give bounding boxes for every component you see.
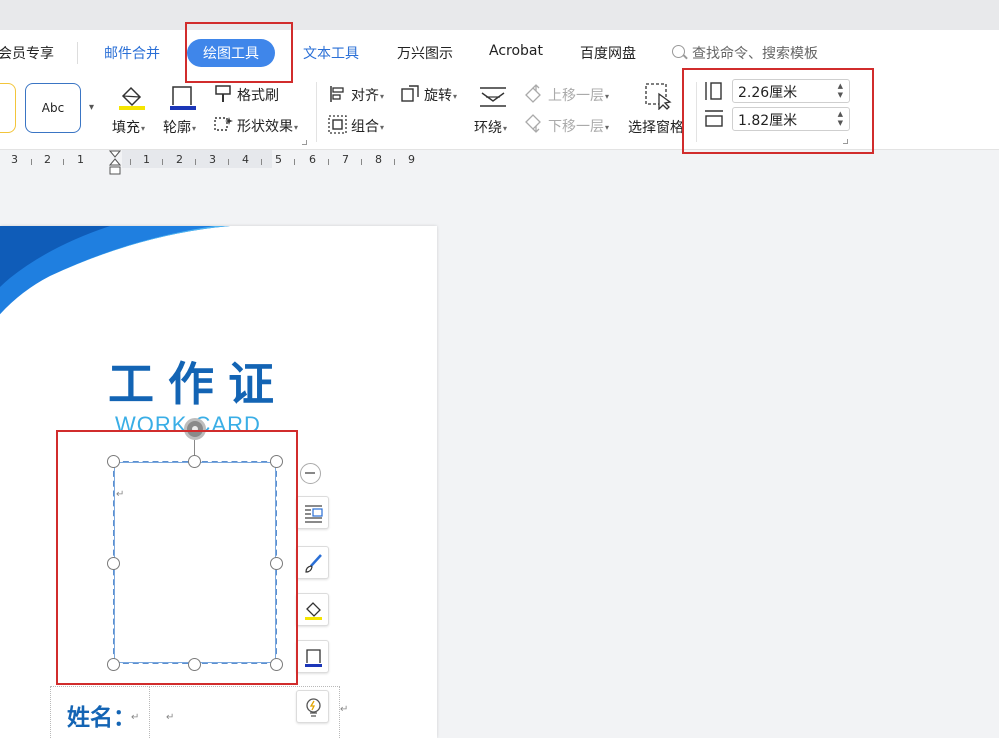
ruler-tick bbox=[130, 159, 131, 165]
selection-pane-icon bbox=[645, 83, 672, 110]
ruler-number: 1 bbox=[143, 153, 150, 166]
ruler-tick bbox=[294, 159, 295, 165]
horizontal-ruler[interactable]: 3 2 1 1 2 3 4 5 6 7 8 9 bbox=[0, 150, 440, 170]
layout-options-icon bbox=[305, 505, 323, 523]
styles-more-icon[interactable]: ▾ bbox=[89, 102, 94, 113]
group-label: 组合 bbox=[351, 119, 379, 135]
highlight-photo-frame bbox=[56, 430, 298, 685]
shape-effect-label: 形状效果 bbox=[237, 119, 293, 135]
shape-style-yellow[interactable] bbox=[0, 83, 16, 133]
ruler-tick bbox=[328, 159, 329, 165]
shape-style-button[interactable] bbox=[296, 546, 329, 579]
ruler-tick bbox=[394, 159, 395, 165]
brush-icon bbox=[305, 554, 322, 573]
name-label: 姓名： bbox=[67, 705, 136, 731]
paragraph-mark: ↵ bbox=[166, 712, 175, 723]
wrap-label: 环绕 bbox=[474, 120, 502, 136]
wrap-icon bbox=[480, 87, 506, 107]
fill-button[interactable]: 填充▾ bbox=[112, 117, 145, 137]
quick-outline-button[interactable] bbox=[296, 640, 329, 673]
ruler-number: 4 bbox=[242, 153, 249, 166]
ruler-number: 2 bbox=[176, 153, 183, 166]
ruler-tick bbox=[162, 159, 163, 165]
highlight-size-fields bbox=[682, 68, 874, 154]
bring-forward-icon bbox=[525, 84, 541, 103]
group-icon bbox=[328, 115, 347, 134]
ruler-number: 8 bbox=[375, 153, 382, 166]
collapse-toolbar-button[interactable] bbox=[300, 463, 321, 484]
align-icon bbox=[330, 86, 344, 102]
table-column-divider bbox=[149, 686, 150, 738]
layout-options-button[interactable] bbox=[296, 496, 329, 529]
ruler-tick bbox=[195, 159, 196, 165]
ruler-number: 5 bbox=[275, 153, 282, 166]
highlight-drawing-tools-tab bbox=[185, 22, 293, 83]
ruler-number: 9 bbox=[408, 153, 415, 166]
ruler-number: 6 bbox=[309, 153, 316, 166]
outline-button[interactable]: 轮廓▾ bbox=[163, 117, 196, 137]
ruler-tick bbox=[31, 159, 32, 165]
tab-wondershare-diagram[interactable]: 万兴图示 bbox=[397, 43, 453, 63]
ruler-tick bbox=[261, 159, 262, 165]
title-bar bbox=[0, 0, 999, 30]
header-wave-graphic bbox=[0, 226, 230, 315]
group-button[interactable]: 组合▾ bbox=[351, 116, 384, 136]
ruler-number: 3 bbox=[209, 153, 216, 166]
fill-label: 填充 bbox=[112, 120, 140, 136]
group-launcher-icon[interactable] bbox=[302, 140, 307, 145]
tab-acrobat[interactable]: Acrobat bbox=[489, 43, 543, 59]
align-label: 对齐 bbox=[351, 88, 379, 104]
ribbon-separator bbox=[316, 82, 317, 142]
paragraph-mark: ↵ bbox=[131, 712, 140, 723]
menu-separator bbox=[77, 42, 78, 64]
outline-icon bbox=[305, 649, 322, 667]
rotate-label: 旋转 bbox=[424, 88, 452, 104]
format-painter-icon bbox=[215, 85, 231, 102]
tab-text-tools[interactable]: 文本工具 bbox=[303, 43, 359, 63]
shape-style-blue[interactable]: Abc bbox=[25, 83, 81, 133]
wrap-button[interactable]: 环绕▾ bbox=[474, 117, 507, 137]
ruler-number: 2 bbox=[44, 153, 51, 166]
ruler-number: 3 bbox=[11, 153, 18, 166]
ruler-number: 7 bbox=[342, 153, 349, 166]
rotate-button[interactable]: 旋转▾ bbox=[424, 85, 457, 105]
align-button[interactable]: 对齐▾ bbox=[351, 85, 384, 105]
ruler-number: 1 bbox=[77, 153, 84, 166]
ruler-tick bbox=[361, 159, 362, 165]
fill-icon bbox=[305, 602, 322, 620]
selection-pane-button[interactable]: 选择窗格 bbox=[628, 117, 684, 137]
tab-mail-merge[interactable]: 邮件合并 bbox=[104, 43, 160, 63]
format-painter-button[interactable]: 格式刷 bbox=[237, 85, 279, 105]
command-search[interactable]: 查找命令、搜索模板 bbox=[692, 43, 818, 63]
search-icon[interactable] bbox=[672, 45, 685, 58]
quick-fill-button[interactable] bbox=[296, 593, 329, 626]
outline-icon[interactable] bbox=[168, 83, 198, 111]
outline-label: 轮廓 bbox=[163, 120, 191, 136]
paragraph-mark: ↵ bbox=[340, 704, 349, 715]
ruler-tick bbox=[63, 159, 64, 165]
rotate-icon bbox=[401, 85, 419, 102]
bring-forward-label: 上移一层 bbox=[548, 88, 604, 104]
shape-effect-button[interactable]: 形状效果▾ bbox=[237, 116, 298, 136]
tab-baidu-netdisk[interactable]: 百度网盘 bbox=[580, 43, 636, 63]
send-backward-label: 下移一层 bbox=[548, 119, 604, 135]
send-backward-button[interactable]: 下移一层▾ bbox=[548, 116, 609, 136]
card-title: 工作证 bbox=[108, 357, 288, 411]
fill-icon[interactable] bbox=[117, 83, 147, 111]
tab-member[interactable]: 会员专享 bbox=[0, 43, 54, 63]
indent-marker-icon[interactable] bbox=[109, 150, 121, 176]
send-backward-icon bbox=[525, 114, 541, 133]
ruler-tick bbox=[228, 159, 229, 165]
shape-effect-icon bbox=[214, 117, 233, 131]
bring-forward-button[interactable]: 上移一层▾ bbox=[548, 85, 609, 105]
